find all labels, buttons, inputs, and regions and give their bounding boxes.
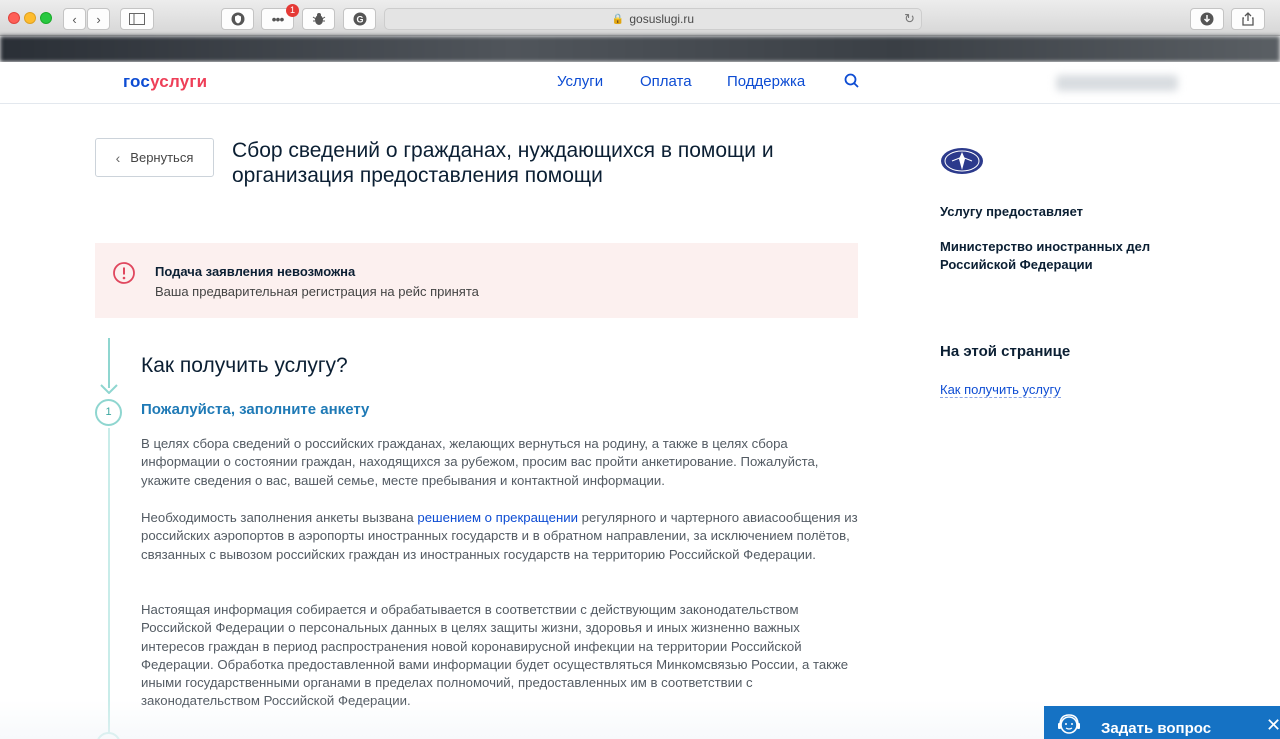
paragraph-reason-text-start: Необходимость заполнения анкеты вызвана — [141, 510, 418, 525]
alert-title: Подача заявления невозможна — [155, 264, 356, 279]
browser-forward-button[interactable]: › — [87, 8, 110, 30]
chevron-left-icon: ‹ — [72, 11, 77, 27]
more-dots-icon: ••• — [271, 11, 285, 27]
next-step-badge — [96, 732, 121, 739]
close-icon[interactable]: ✕ — [1266, 716, 1280, 734]
error-alert: Подача заявления невозможна Ваша предвар… — [95, 243, 858, 318]
paragraph-reason: Необходимость заполнения анкеты вызвана … — [141, 509, 861, 564]
ministry-emblem-icon — [941, 148, 983, 174]
step-title: Пожалуйста, заполните анкету — [141, 401, 370, 418]
downloads-button[interactable] — [1190, 8, 1224, 30]
browser-back-button[interactable]: ‹ — [63, 8, 86, 30]
section-title: Как получить услугу? — [141, 354, 348, 377]
shield-icon — [231, 12, 244, 26]
gosuslugi-logo[interactable]: госуслуги — [123, 72, 207, 92]
reload-icon[interactable]: ↻ — [904, 11, 915, 27]
browser-toolbar: ‹ › ••• 1 G 🔒 gosuslugi.ru ↻ — [0, 0, 1280, 36]
search-icon[interactable] — [843, 72, 861, 90]
page-title: Сбор сведений о гражданах, нуждающихся в… — [232, 139, 774, 187]
address-bar[interactable]: 🔒 gosuslugi.ru ↻ — [384, 8, 922, 30]
ask-question-widget[interactable]: Задать вопрос ✕ — [1044, 706, 1280, 739]
chevron-right-icon: › — [96, 11, 101, 27]
zoom-window-button[interactable] — [40, 12, 52, 24]
decision-link[interactable]: решением о прекращении — [417, 510, 578, 525]
on-page-title: На этой странице — [940, 343, 1071, 360]
url-text: gosuslugi.ru — [629, 12, 695, 26]
back-button[interactable]: ‹ Вернуться — [95, 138, 214, 177]
sidebar-icon — [129, 13, 145, 25]
download-icon — [1200, 12, 1214, 26]
bookmarks-bar-blurred — [0, 36, 1280, 62]
logo-part-gos: гос — [123, 72, 151, 91]
paragraph-intro: В целях сбора сведений о российских граж… — [141, 436, 819, 488]
chevron-left-icon: ‹ — [115, 149, 121, 166]
share-button[interactable] — [1231, 8, 1265, 30]
notification-badge: 1 — [286, 4, 299, 17]
svg-text:G: G — [356, 15, 363, 25]
close-window-button[interactable] — [8, 12, 20, 24]
site-header: госуслуги Услуги Оплата Поддержка — [0, 62, 1280, 104]
step-number-badge: 1 — [95, 399, 122, 426]
minimize-window-button[interactable] — [24, 12, 36, 24]
logo-part-uslugi: услуги — [150, 72, 208, 91]
user-name-blurred[interactable] — [1056, 75, 1178, 91]
bug-icon — [312, 13, 325, 25]
nav-payment[interactable]: Оплата — [640, 73, 692, 90]
extension-bug-button[interactable] — [302, 8, 335, 30]
provider-name: Министерство иностранных дел Российской … — [940, 239, 1151, 272]
nav-support[interactable]: Поддержка — [727, 73, 805, 90]
toc-link-how-to-get[interactable]: Как получить услугу — [940, 382, 1061, 398]
nav-services[interactable]: Услуги — [557, 73, 603, 90]
provider-label: Услугу предоставляет — [940, 204, 1084, 219]
exclamation-circle-icon — [113, 262, 135, 284]
sidebar-toggle-button[interactable] — [120, 8, 154, 30]
paragraph-legal: Настоящая информация собирается и обраба… — [141, 602, 849, 709]
grammarly-icon: G — [353, 12, 366, 26]
extension-shield-button[interactable] — [221, 8, 254, 30]
extension-grammarly-button[interactable]: G — [343, 8, 376, 30]
alert-text: Ваша предварительная регистрация на рейс… — [155, 284, 479, 299]
back-button-label: Вернуться — [130, 150, 194, 165]
arrow-down-icon — [100, 384, 118, 394]
share-icon — [1242, 12, 1254, 26]
lock-icon: 🔒 — [611, 13, 625, 25]
support-agent-icon — [1058, 714, 1080, 734]
ask-question-label: Задать вопрос — [1101, 720, 1212, 737]
step-connector-line-2 — [108, 428, 110, 739]
